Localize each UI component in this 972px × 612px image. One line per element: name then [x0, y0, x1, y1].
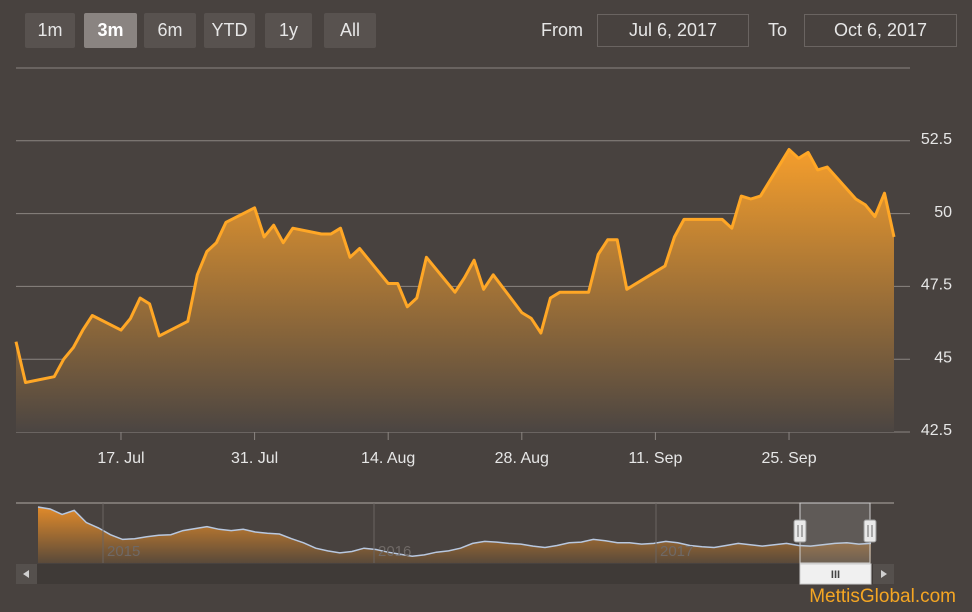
scrollbar-thumb[interactable]: III [799, 563, 872, 585]
x-tick-label: 31. Jul [231, 450, 278, 467]
navigator-year-label: 2017 [660, 543, 693, 560]
y-axis-labels: 42.5 45 47.5 50 52.5 [921, 131, 952, 439]
x-tick-label: 11. Sep [628, 450, 682, 467]
x-tick-label: 14. Aug [361, 450, 415, 467]
price-chart: 42.5 45 47.5 50 52.5 17. Jul 31. Jul 14. Aug 28… [14, 67, 952, 585]
navigator-left-handle[interactable] [793, 519, 807, 543]
area-layer [14, 148, 896, 432]
x-tick-label: 28. Aug [495, 450, 549, 467]
navigator-right-handle[interactable] [863, 519, 877, 543]
y-tick-label: 50 [934, 204, 952, 221]
watermark: MettisGlobal.com [809, 586, 956, 607]
navigator-year-label: 2016 [378, 543, 411, 560]
scroll-right-button[interactable] [873, 564, 894, 584]
navigator-selection[interactable] [799, 502, 871, 564]
navigator-year-label: 2015 [107, 543, 140, 560]
y-tick-label: 42.5 [921, 422, 952, 439]
scrollbar-grip: III [831, 569, 840, 581]
navigator: 2015 2016 2017 III [16, 502, 894, 585]
x-tick-label: 17. Jul [97, 450, 144, 467]
y-tick-label: 52.5 [921, 131, 952, 148]
x-axis-labels: 17. Jul 31. Jul 14. Aug 28. Aug 11. Sep 25. S… [97, 432, 817, 467]
x-tick-label: 25. Sep [761, 450, 816, 467]
scrollbar-track[interactable] [16, 564, 894, 584]
scroll-left-button[interactable] [16, 564, 37, 584]
y-tick-label: 47.5 [921, 277, 952, 294]
y-tick-label: 45 [934, 349, 952, 366]
